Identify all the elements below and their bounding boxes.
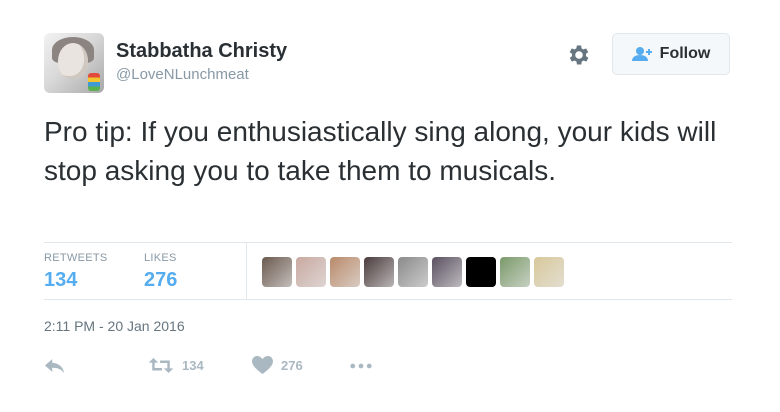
liker-avatar-8[interactable] [500, 257, 530, 287]
retweets-stat[interactable]: RETWEETS 134 [44, 252, 108, 292]
liker-avatar-3[interactable] [330, 257, 360, 287]
likes-count: 276 [144, 269, 178, 291]
liker-avatar-5[interactable] [398, 257, 428, 287]
divider-bottom [44, 299, 732, 300]
liker-avatar-4[interactable] [364, 257, 394, 287]
liker-avatar-1[interactable] [262, 257, 292, 287]
retweet-button[interactable]: 134 [148, 357, 252, 374]
gear-icon[interactable] [566, 42, 592, 68]
more-button[interactable] [350, 363, 372, 369]
follow-label: Follow [659, 45, 711, 62]
more-dots-icon [350, 363, 372, 368]
divider-top [44, 242, 732, 243]
follow-user-icon [631, 47, 652, 61]
reply-button[interactable] [44, 357, 148, 374]
tweet-timestamp[interactable]: 2:11 PM - 20 Jan 2016 [44, 318, 185, 334]
retweet-icon [148, 357, 174, 374]
retweets-label: RETWEETS [44, 252, 108, 264]
liker-avatar-7[interactable] [466, 257, 496, 287]
likes-label: LIKES [144, 252, 177, 264]
likes-stat[interactable]: LIKES 276 [144, 252, 177, 292]
author-handle[interactable]: @LoveNLunchmeat [116, 66, 249, 83]
liker-avatar-9[interactable] [534, 257, 564, 287]
liker-avatar-2[interactable] [296, 257, 326, 287]
tweet-card: Stabbatha Christy @LoveNLunchmeat Follow… [0, 0, 780, 412]
liker-avatar-6[interactable] [432, 257, 462, 287]
reply-icon [44, 359, 65, 374]
author-avatar[interactable] [44, 33, 104, 93]
heart-icon [252, 356, 273, 375]
stats-separator [246, 242, 247, 299]
like-action-count: 276 [281, 358, 303, 373]
retweet-action-count: 134 [182, 358, 204, 373]
author-name[interactable]: Stabbatha Christy [116, 40, 287, 63]
retweets-count: 134 [44, 269, 78, 291]
like-button[interactable]: 276 [252, 356, 350, 375]
tweet-actions: 134 276 [44, 356, 372, 375]
likers-list [262, 257, 564, 287]
tweet-text: Pro tip: If you enthusiastically sing al… [44, 116, 717, 186]
follow-button[interactable]: Follow [612, 33, 730, 75]
